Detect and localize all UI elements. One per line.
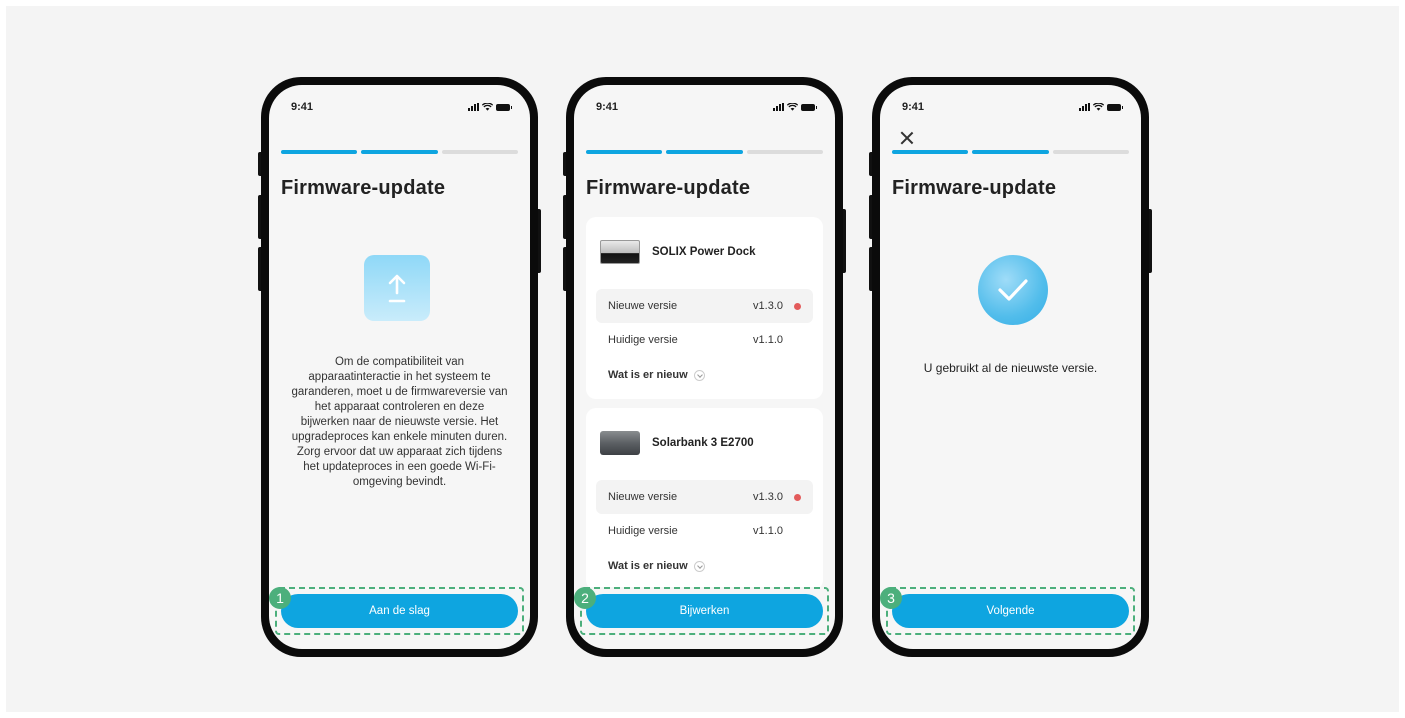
- device-card: Solarbank 3 E2700 Nieuwe versie v1.3.0 H…: [586, 408, 823, 590]
- step-badge: 3: [880, 587, 902, 609]
- highlight-box: Bijwerken: [580, 587, 829, 635]
- highlight-box: Aan de slag: [275, 587, 524, 635]
- page-title: Firmware-update: [281, 177, 446, 199]
- screen: 9:41 Firmware-update Om de compatibilite…: [269, 85, 530, 649]
- progress-segment-3: [746, 150, 823, 154]
- canvas: 9:41 Firmware-update Om de compatibilite…: [6, 6, 1399, 712]
- current-version-label: Huidige versie: [608, 334, 678, 346]
- screen: 9:41 Firmware-update U gebruikt al de ni…: [880, 85, 1141, 649]
- check-icon: [978, 255, 1048, 325]
- wifi-icon: [787, 103, 798, 111]
- new-version-row: Nieuwe versie v1.3.0: [596, 289, 813, 323]
- device-header: Solarbank 3 E2700: [600, 431, 754, 455]
- wifi-icon: [482, 103, 493, 111]
- device-name: Solarbank 3 E2700: [652, 437, 754, 449]
- phone-screen-1: 9:41 Firmware-update Om de compatibilite…: [258, 77, 541, 657]
- update-dot: [794, 494, 801, 501]
- current-version-row: Huidige versie v1.1.0: [596, 323, 813, 357]
- progress-segment-3: [441, 150, 518, 154]
- progress-bar: [281, 150, 518, 154]
- progress-segment-2: [666, 150, 743, 154]
- signal-icon: [468, 103, 479, 111]
- progress-segment-2: [361, 150, 438, 154]
- status-bar: 9:41: [291, 101, 512, 115]
- next-button[interactable]: Volgende: [892, 594, 1129, 628]
- start-button[interactable]: Aan de slag: [281, 594, 518, 628]
- chevron-down-icon: [693, 369, 705, 381]
- new-version-value: v1.3.0: [753, 300, 783, 312]
- new-version-label: Nieuwe versie: [608, 491, 678, 503]
- progress-segment-1: [281, 150, 358, 154]
- signal-icon: [1079, 103, 1090, 111]
- status-time: 9:41: [902, 101, 925, 113]
- current-version-value: v1.1.0: [753, 525, 783, 537]
- signal-icon: [773, 103, 784, 111]
- status-bar: 9:41: [902, 101, 1123, 115]
- description-text: Om de compatibiliteit van apparaatintera…: [291, 356, 508, 488]
- status-time: 9:41: [291, 101, 314, 113]
- device-card: SOLIX Power Dock Nieuwe versie v1.3.0 Hu…: [586, 217, 823, 399]
- whats-new-link[interactable]: Wat is er nieuw: [608, 369, 705, 381]
- current-version-label: Huidige versie: [608, 525, 678, 537]
- current-version-row: Huidige versie v1.1.0: [596, 514, 813, 548]
- update-button[interactable]: Bijwerken: [586, 594, 823, 628]
- whats-new-label: Wat is er nieuw: [608, 560, 688, 572]
- current-version-value: v1.1.0: [753, 334, 783, 346]
- battery-icon: [496, 103, 512, 111]
- device-name: SOLIX Power Dock: [652, 246, 756, 258]
- highlight-box: Volgende: [886, 587, 1135, 635]
- progress-segment-3: [1052, 150, 1129, 154]
- new-version-row: Nieuwe versie v1.3.0: [596, 480, 813, 514]
- page-title: Firmware-update: [892, 177, 1057, 199]
- progress-segment-1: [892, 150, 969, 154]
- whats-new-link[interactable]: Wat is er nieuw: [608, 560, 705, 572]
- page-title: Firmware-update: [586, 177, 751, 199]
- solarbank-image: [600, 431, 640, 455]
- progress-segment-1: [586, 150, 663, 154]
- status-bar: 9:41: [596, 101, 817, 115]
- battery-icon: [801, 103, 817, 111]
- update-dot: [794, 303, 801, 310]
- whats-new-label: Wat is er nieuw: [608, 369, 688, 381]
- progress-bar: [892, 150, 1129, 154]
- progress-bar: [586, 150, 823, 154]
- close-icon[interactable]: [900, 131, 914, 145]
- up-to-date-message: U gebruikt al de nieuwste versie.: [923, 361, 1098, 375]
- device-header: SOLIX Power Dock: [600, 240, 756, 264]
- phone-screen-2: 9:41 Firmware-update SOLIX Power Dock Ni…: [563, 77, 846, 657]
- upload-icon: [364, 255, 430, 321]
- power-dock-image: [600, 240, 640, 264]
- phone-screen-3: 9:41 Firmware-update U gebruikt al de ni…: [869, 77, 1152, 657]
- progress-segment-2: [972, 150, 1049, 154]
- wifi-icon: [1093, 103, 1104, 111]
- step-badge: 2: [574, 587, 596, 609]
- status-time: 9:41: [596, 101, 619, 113]
- step-badge: 1: [269, 587, 291, 609]
- new-version-label: Nieuwe versie: [608, 300, 678, 312]
- battery-icon: [1107, 103, 1123, 111]
- chevron-down-icon: [693, 560, 705, 572]
- screen: 9:41 Firmware-update SOLIX Power Dock Ni…: [574, 85, 835, 649]
- new-version-value: v1.3.0: [753, 491, 783, 503]
